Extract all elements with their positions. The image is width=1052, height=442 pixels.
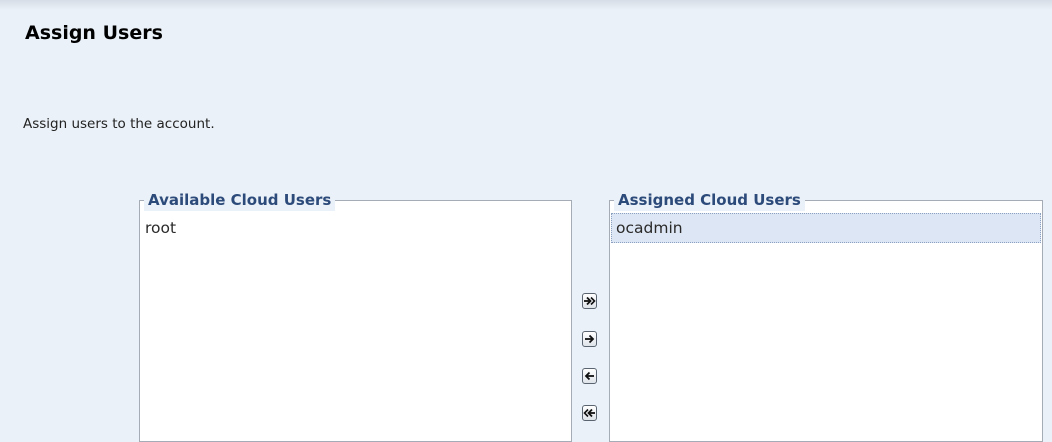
assigned-users-list[interactable]: Assigned Cloud Users ocadmin: [609, 189, 1043, 442]
move-all-button[interactable]: [582, 293, 597, 309]
list-item-root[interactable]: root: [141, 213, 570, 243]
remove-button[interactable]: [582, 368, 597, 384]
available-users-list[interactable]: Available Cloud Users root: [139, 189, 572, 442]
page-title: Assign Users: [25, 22, 163, 44]
list-item-ocadmin[interactable]: ocadmin: [611, 213, 1041, 243]
remove-all-button[interactable]: [582, 405, 597, 421]
instruction-text: Assign users to the account.: [23, 116, 215, 132]
assigned-users-caption: Assigned Cloud Users: [614, 189, 805, 211]
move-button[interactable]: [582, 331, 597, 347]
double-arrow-right-icon: [584, 296, 596, 306]
available-users-caption: Available Cloud Users: [144, 189, 336, 211]
arrow-right-icon: [585, 334, 595, 344]
double-arrow-left-icon: [583, 408, 595, 418]
top-edge: [0, 0, 1052, 10]
arrow-left-icon: [584, 371, 594, 381]
